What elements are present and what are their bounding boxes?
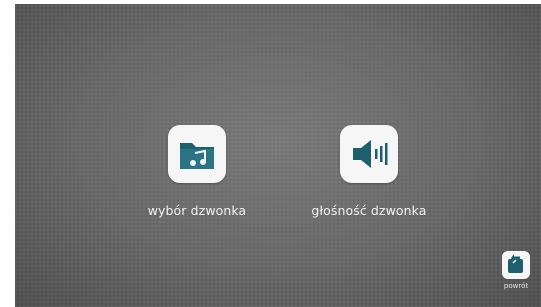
ringtone-volume-button[interactable]: głośność dzwonka xyxy=(299,125,439,218)
ringtone-select-button[interactable]: wybór dzwonka xyxy=(137,125,257,218)
ringtone-tile[interactable] xyxy=(168,125,226,183)
back-label: powrót xyxy=(503,282,529,290)
volume-tile[interactable] xyxy=(340,125,398,183)
ringtone-volume-label: głośność dzwonka xyxy=(311,203,427,218)
music-folder-icon xyxy=(180,143,214,169)
back-button[interactable]: powrót xyxy=(496,251,536,290)
back-arrow-icon xyxy=(508,254,523,273)
screen: wybór dzwonka głośność dzwonka powrót xyxy=(15,4,541,307)
ringtone-select-label: wybór dzwonka xyxy=(147,203,247,218)
back-tile[interactable] xyxy=(502,251,530,279)
speaker-volume-icon xyxy=(353,140,388,168)
